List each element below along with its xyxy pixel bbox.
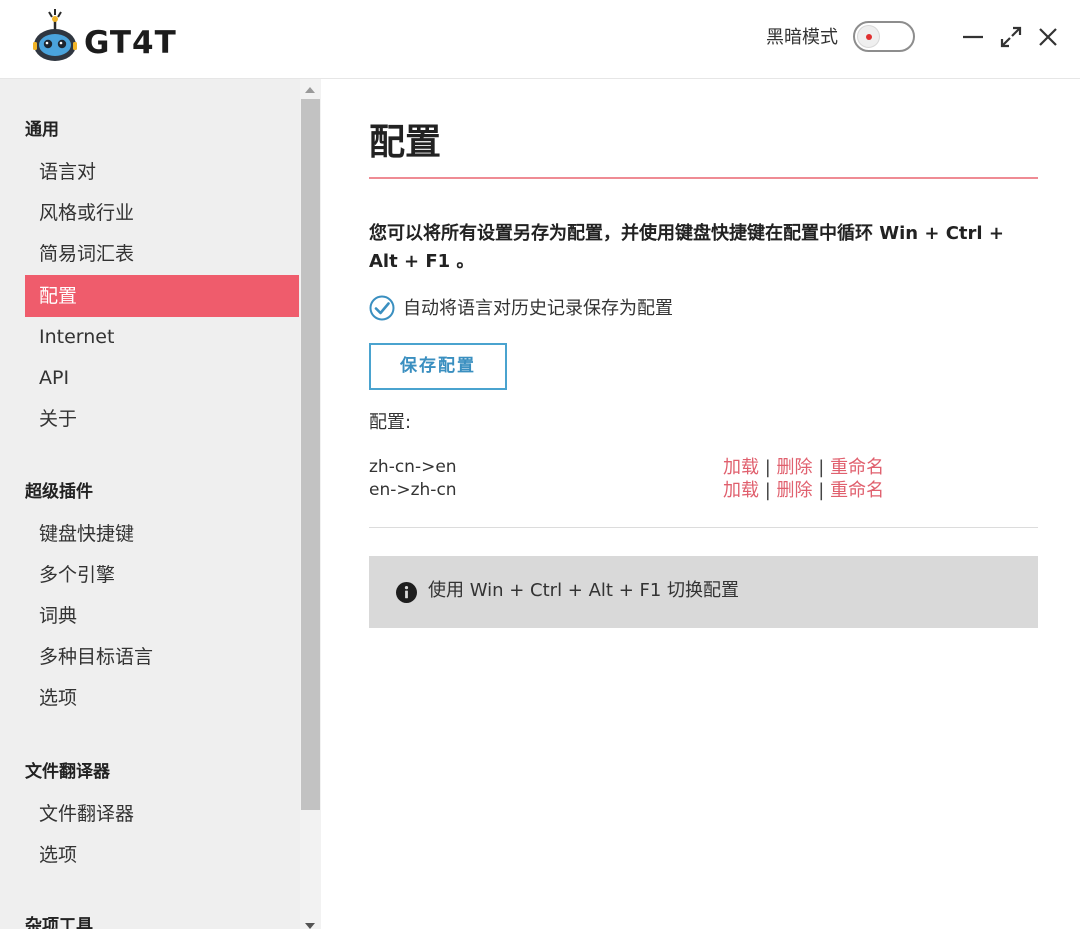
load-link[interactable]: 加载 bbox=[723, 457, 759, 478]
separator: | bbox=[764, 480, 771, 501]
rename-link[interactable]: 重命名 bbox=[830, 457, 884, 478]
sidebar-item-api[interactable]: API bbox=[25, 357, 299, 399]
scroll-up-arrow-icon[interactable] bbox=[305, 87, 315, 93]
toggle-knob bbox=[857, 25, 880, 48]
info-text: 使用 Win + Ctrl + Alt + F1 切换配置 bbox=[428, 580, 740, 601]
check-circle-icon bbox=[369, 295, 395, 321]
section-title-file-translator: 文件翻译器 bbox=[25, 762, 110, 782]
close-button[interactable] bbox=[1035, 24, 1061, 50]
scroll-down-arrow-icon[interactable] bbox=[305, 923, 315, 929]
save-profile-button[interactable]: 保存配置 bbox=[369, 343, 507, 390]
auto-save-label[interactable]: 自动将语言对历史记录保存为配置 bbox=[403, 296, 673, 322]
section-title-super-plugin: 超级插件 bbox=[25, 482, 93, 502]
content-divider bbox=[369, 527, 1038, 528]
maximize-button[interactable] bbox=[998, 24, 1024, 50]
minimize-button[interactable] bbox=[960, 24, 986, 50]
delete-link[interactable]: 删除 bbox=[777, 480, 813, 501]
profiles-list-label: 配置: bbox=[369, 412, 412, 433]
auto-save-checkbox[interactable] bbox=[369, 295, 395, 321]
sidebar-item-profiles[interactable]: 配置 bbox=[25, 275, 299, 317]
profile-row: en->zh-cn 加载 | 删除 | 重命名 bbox=[369, 479, 1038, 502]
load-link[interactable]: 加载 bbox=[723, 480, 759, 501]
profile-actions: 加载 | 删除 | 重命名 bbox=[723, 456, 884, 479]
sidebar: 通用 语言对 风格或行业 简易词汇表 配置 Internet API 关于 超级… bbox=[0, 79, 321, 929]
dark-mode-label: 黑暗模式 bbox=[766, 27, 838, 48]
sidebar-item-file-translator[interactable]: 文件翻译器 bbox=[25, 793, 299, 835]
dark-mode-toggle[interactable] bbox=[853, 21, 915, 52]
profile-actions: 加载 | 删除 | 重命名 bbox=[723, 479, 884, 502]
title-bar: GT4T 黑暗模式 bbox=[0, 0, 1080, 79]
sidebar-item-about[interactable]: 关于 bbox=[25, 398, 299, 440]
profile-name: en->zh-cn bbox=[369, 480, 457, 500]
sidebar-item-plugin-options[interactable]: 选项 bbox=[25, 677, 299, 719]
sidebar-item-engines[interactable]: 多个引擎 bbox=[25, 554, 299, 596]
close-icon bbox=[1039, 28, 1057, 46]
app-name: GT4T bbox=[84, 25, 177, 61]
robot-logo-icon bbox=[33, 9, 77, 61]
separator: | bbox=[818, 480, 825, 501]
sidebar-item-shortcuts[interactable]: 键盘快捷键 bbox=[25, 513, 299, 555]
separator: | bbox=[818, 457, 825, 478]
sidebar-scrollbar[interactable] bbox=[300, 79, 321, 929]
info-icon bbox=[396, 582, 417, 603]
profile-row: zh-cn->en 加载 | 删除 | 重命名 bbox=[369, 456, 1038, 479]
sidebar-item-style-industry[interactable]: 风格或行业 bbox=[25, 192, 299, 234]
sidebar-item-dictionary[interactable]: 词典 bbox=[25, 595, 299, 637]
delete-link[interactable]: 删除 bbox=[777, 457, 813, 478]
section-title-general: 通用 bbox=[25, 120, 59, 140]
minimize-icon bbox=[963, 35, 983, 39]
sidebar-item-file-options[interactable]: 选项 bbox=[25, 834, 299, 876]
sidebar-item-internet[interactable]: Internet bbox=[25, 316, 299, 358]
profiles-description: 您可以将所有设置另存为配置，并使用键盘快捷键在配置中循环 Win + Ctrl … bbox=[369, 223, 1004, 272]
toggle-dot bbox=[866, 34, 872, 40]
maximize-icon bbox=[1000, 26, 1022, 48]
sidebar-item-language-pairs[interactable]: 语言对 bbox=[25, 151, 299, 193]
sidebar-item-glossary[interactable]: 简易词汇表 bbox=[25, 233, 299, 275]
rename-link[interactable]: 重命名 bbox=[830, 480, 884, 501]
profile-name: zh-cn->en bbox=[369, 457, 457, 477]
sidebar-item-target-languages[interactable]: 多种目标语言 bbox=[25, 636, 299, 678]
scroll-thumb[interactable] bbox=[301, 99, 320, 810]
separator: | bbox=[764, 457, 771, 478]
page-title: 配置 bbox=[369, 122, 442, 163]
info-banner: 使用 Win + Ctrl + Alt + F1 切换配置 bbox=[369, 556, 1038, 628]
title-divider bbox=[369, 177, 1038, 179]
section-title-misc-tools: 杂项工具 bbox=[25, 916, 93, 929]
